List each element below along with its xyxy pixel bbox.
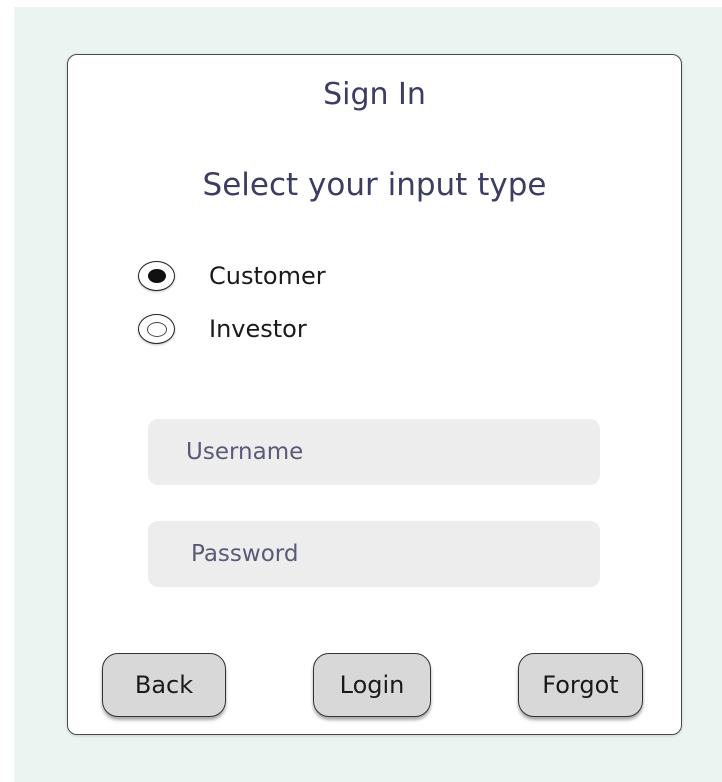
radio-option-customer[interactable]: Customer bbox=[138, 261, 326, 291]
radio-unselected-icon[interactable] bbox=[138, 314, 175, 344]
forgot-button[interactable]: Forgot bbox=[518, 653, 643, 717]
sign-in-card: Sign In Select your input type Customer … bbox=[67, 54, 682, 735]
input-type-prompt: Select your input type bbox=[202, 167, 547, 203]
username-field[interactable] bbox=[148, 419, 600, 485]
login-button[interactable]: Login bbox=[313, 653, 431, 717]
password-field[interactable] bbox=[148, 521, 600, 587]
back-button[interactable]: Back bbox=[102, 653, 226, 717]
radio-label-investor: Investor bbox=[209, 315, 307, 343]
radio-label-customer: Customer bbox=[209, 262, 326, 290]
radio-selected-icon[interactable] bbox=[138, 261, 175, 291]
page-title: Sign In bbox=[323, 77, 426, 112]
radio-option-investor[interactable]: Investor bbox=[138, 314, 307, 344]
